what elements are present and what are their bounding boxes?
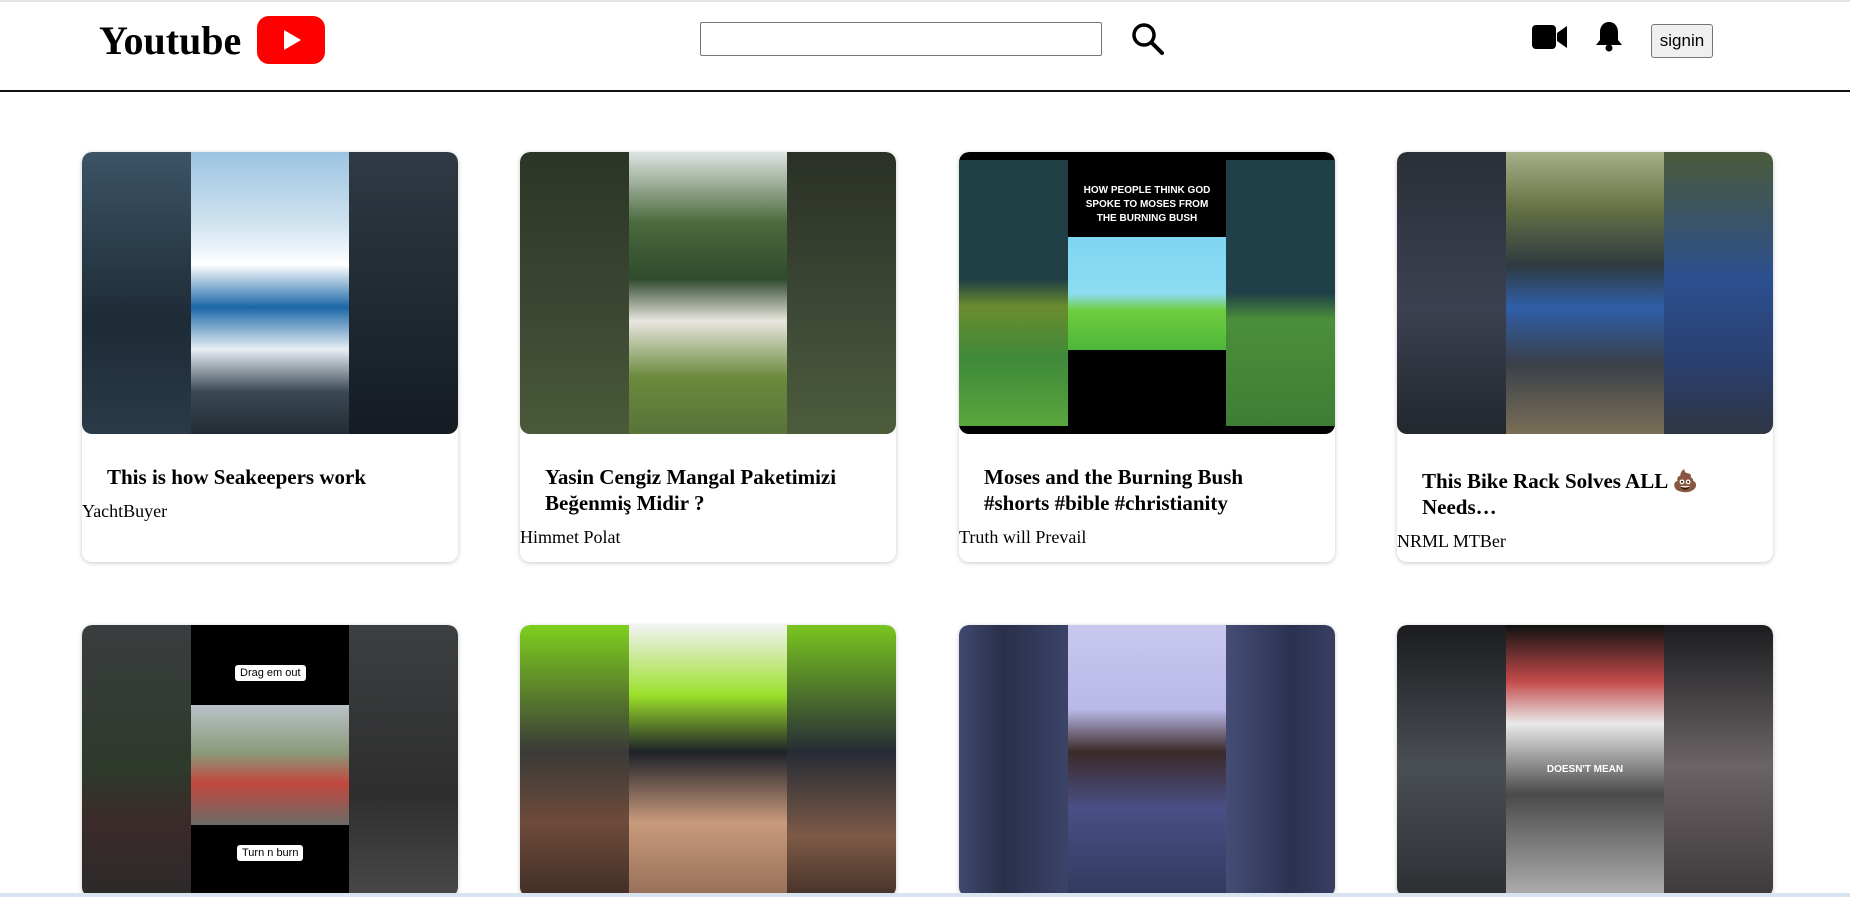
- video-thumbnail[interactable]: [959, 625, 1335, 897]
- video-thumbnail[interactable]: [520, 152, 896, 434]
- signin-button[interactable]: signin: [1651, 24, 1713, 58]
- channel-name[interactable]: NRML MTBer: [1397, 531, 1773, 552]
- thumbnail-caption: DOESN'T MEAN: [1546, 764, 1624, 775]
- bell-icon[interactable]: [1594, 20, 1624, 52]
- horizontal-scrollbar[interactable]: [0, 893, 1850, 897]
- video-thumbnail[interactable]: DOESN'T MEAN: [1397, 625, 1773, 897]
- thumbnail-caption-top: Drag em out: [235, 665, 306, 681]
- video-card[interactable]: This is how Seakeepers work YachtBuyer: [82, 152, 458, 562]
- video-title[interactable]: Yasin Cengiz Mangal Paketimizi Beğenmiş …: [520, 464, 896, 516]
- video-thumbnail[interactable]: [82, 152, 458, 434]
- channel-name[interactable]: Himmet Polat: [520, 527, 896, 548]
- search-input[interactable]: [700, 22, 1102, 56]
- video-camera-icon[interactable]: [1532, 24, 1568, 50]
- video-title[interactable]: This Bike Rack Solves ALL 💩 Needs…: [1397, 468, 1773, 520]
- logo[interactable]: Youtube: [99, 16, 326, 64]
- video-card[interactable]: Yasin Cengiz Mangal Paketimizi Beğenmiş …: [520, 152, 896, 562]
- video-thumbnail[interactable]: [520, 625, 896, 897]
- logo-text: Youtube: [99, 17, 242, 63]
- video-card[interactable]: This Bike Rack Solves ALL 💩 Needs… NRML …: [1397, 152, 1773, 562]
- video-title[interactable]: Moses and the Burning Bush #shorts #bibl…: [959, 464, 1335, 516]
- video-card[interactable]: DOESN'T MEAN: [1397, 625, 1773, 897]
- video-card[interactable]: [520, 625, 896, 897]
- search-icon[interactable]: [1130, 21, 1166, 57]
- video-thumbnail[interactable]: [1397, 152, 1773, 434]
- video-title[interactable]: This is how Seakeepers work: [82, 464, 458, 490]
- youtube-play-icon: [257, 16, 326, 64]
- video-card[interactable]: Drag em out Turn n burn: [82, 625, 458, 897]
- header: Youtube signin: [0, 2, 1850, 92]
- channel-name[interactable]: YachtBuyer: [82, 501, 458, 522]
- video-card[interactable]: [959, 625, 1335, 897]
- thumbnail-scene: [191, 705, 349, 825]
- thumbnail-caption-bottom: Turn n burn: [237, 845, 304, 861]
- video-card[interactable]: HOW PEOPLE THINK GOD SPOKE TO MOSES FROM…: [959, 152, 1335, 562]
- thumbnail-caption: HOW PEOPLE THINK GOD SPOKE TO MOSES FROM…: [1083, 185, 1211, 224]
- video-thumbnail[interactable]: HOW PEOPLE THINK GOD SPOKE TO MOSES FROM…: [959, 152, 1335, 434]
- channel-name[interactable]: Truth will Prevail: [959, 527, 1335, 548]
- thumbnail-scene: [1068, 237, 1226, 350]
- video-thumbnail[interactable]: Drag em out Turn n burn: [82, 625, 458, 897]
